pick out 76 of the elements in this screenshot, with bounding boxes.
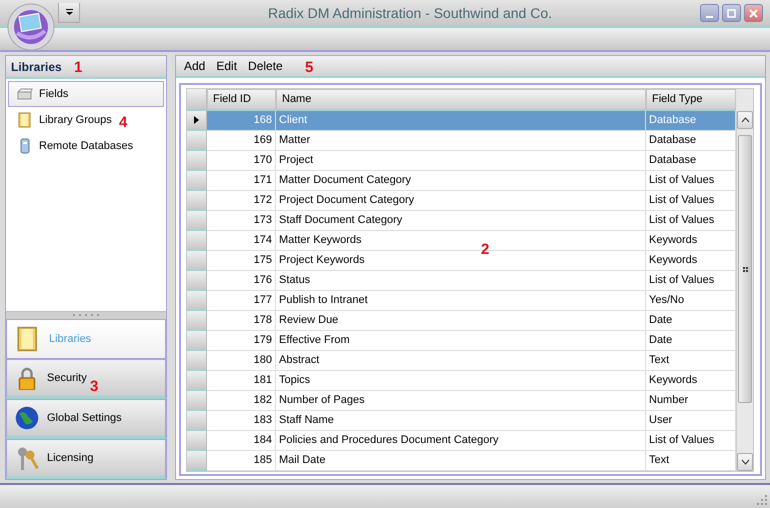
scroll-thumb[interactable]: [738, 135, 752, 403]
table-cell: 181: [207, 371, 276, 391]
table-cell: 184: [207, 431, 276, 451]
toolbar-button[interactable]: Delete: [244, 57, 287, 75]
table-cell: Review Due: [276, 311, 646, 331]
table-cell: Project: [276, 151, 646, 171]
toolbar-button[interactable]: Add: [180, 57, 210, 75]
current-row-icon: [194, 116, 199, 124]
table-cell: 175: [207, 251, 276, 271]
table-cell: Publish to Intranet: [276, 291, 646, 311]
table-cell: 170: [207, 151, 276, 171]
table-cell: Policies and Procedures Document Category: [276, 431, 646, 451]
maximize-icon: [727, 8, 736, 18]
table-cell: Status: [276, 271, 646, 291]
row-selector[interactable]: [187, 111, 207, 131]
table-cell: Abstract: [276, 351, 646, 371]
chevron-up-icon: [740, 117, 750, 123]
nav-button[interactable]: Global Settings: [6, 399, 166, 439]
sidebar-item[interactable]: Remote Databases: [8, 133, 134, 159]
annotation-number: 5: [305, 60, 314, 75]
folder-icon: [17, 112, 33, 128]
chevron-down-icon: [740, 459, 750, 465]
table-cell: 185: [207, 451, 276, 471]
splitter-grip-icon[interactable]: [73, 314, 99, 317]
column-header[interactable]: Field Type: [646, 89, 736, 111]
close-icon: [749, 8, 758, 18]
annotation-number: 3: [90, 379, 98, 394]
table-cell: 182: [207, 391, 276, 411]
column-header[interactable]: Name: [276, 89, 646, 111]
globe-icon: [15, 406, 39, 430]
header-filler: [736, 89, 753, 111]
table-cell: Effective From: [276, 331, 646, 351]
table-cell: 176: [207, 271, 276, 291]
scrollbar[interactable]: [736, 111, 753, 471]
window-title: Radix DM Administration - Southwind and Co.: [266, 4, 554, 22]
table-cell: Matter: [276, 131, 646, 151]
scroll-up-button[interactable]: [737, 111, 753, 129]
table-cell: 180: [207, 351, 276, 371]
minimize-icon: [706, 16, 713, 18]
minimize-button[interactable]: [700, 4, 719, 22]
maximize-button[interactable]: [722, 4, 741, 22]
table-cell: Staff Name: [276, 411, 646, 431]
table-cell: 169: [207, 131, 276, 151]
dropdown-arrow-icon: [66, 9, 72, 16]
grid-corner: [187, 89, 207, 111]
annotation-number: 1: [74, 60, 82, 75]
table-cell: Matter Document Category: [276, 171, 646, 191]
table-cell: Staff Document Category: [276, 211, 646, 231]
table-cell: 172: [207, 191, 276, 211]
table-cell: 173: [207, 211, 276, 231]
table-cell: Client: [276, 111, 646, 131]
toolbar-button[interactable]: Edit: [212, 57, 242, 75]
grip-icon: [742, 266, 748, 272]
table-cell: Mail Date: [276, 451, 646, 471]
table-cell: Project Document Category: [276, 191, 646, 211]
fields-icon: [17, 86, 33, 102]
table-cell: 171: [207, 171, 276, 191]
keys-icon: [15, 446, 39, 470]
column-header[interactable]: Field ID: [207, 89, 276, 111]
table-cell: 168: [207, 111, 276, 131]
annotation-number: 4: [119, 115, 128, 130]
table-cell: 179: [207, 331, 276, 351]
table-cell: Topics: [276, 371, 646, 391]
table-cell: Database: [646, 111, 736, 131]
table-cell: 177: [207, 291, 276, 311]
sidebar-item[interactable]: Library Groups: [8, 107, 113, 133]
table-cell: 174: [207, 231, 276, 251]
nav-button[interactable]: Licensing: [6, 439, 166, 479]
table-cell: 183: [207, 411, 276, 431]
scroll-down-button[interactable]: [737, 453, 753, 471]
quick-access-dropdown[interactable]: [58, 3, 80, 23]
sidebar-item[interactable]: Fields: [8, 81, 164, 107]
table-cell: Number of Pages: [276, 391, 646, 411]
close-button[interactable]: [744, 4, 763, 22]
resize-grip-icon[interactable]: [757, 495, 767, 505]
table-cell: 178: [207, 311, 276, 331]
